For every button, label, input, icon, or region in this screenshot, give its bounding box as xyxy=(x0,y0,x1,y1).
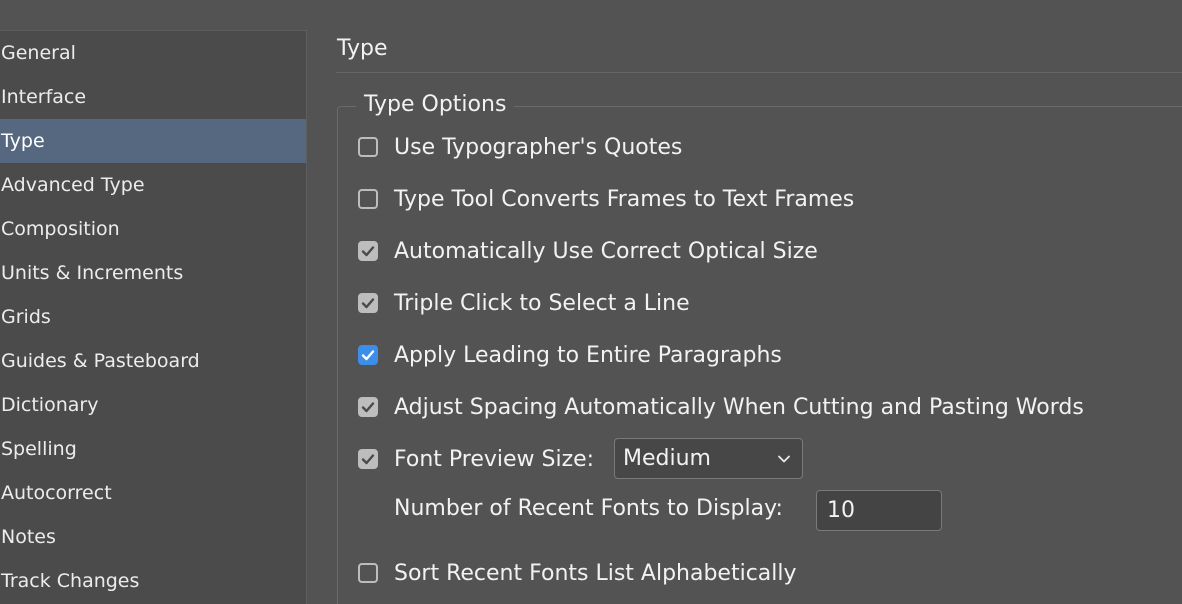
sidebar-item-units-increments[interactable]: Units & Increments xyxy=(0,251,306,295)
option-label: Automatically Use Correct Optical Size xyxy=(394,238,818,264)
option-label: Use Typographer's Quotes xyxy=(394,134,683,160)
checkbox-triple-click-select-line[interactable] xyxy=(358,293,378,313)
option-label: Font Preview Size: xyxy=(394,446,595,472)
option-correct-optical-size[interactable]: Automatically Use Correct Optical Size xyxy=(358,235,818,267)
option-label: Sort Recent Fonts List Alphabetically xyxy=(394,560,797,586)
option-label: Triple Click to Select a Line xyxy=(394,290,690,316)
sidebar-item-label: Notes xyxy=(1,526,56,548)
sidebar-item-grids[interactable]: Grids xyxy=(0,295,306,339)
sidebar-item-dictionary[interactable]: Dictionary xyxy=(0,383,306,427)
checkmark-icon xyxy=(361,298,375,309)
option-apply-leading-entire-paragraphs[interactable]: Apply Leading to Entire Paragraphs xyxy=(358,339,782,371)
checkbox-apply-leading-entire-paragraphs[interactable] xyxy=(358,345,378,365)
checkbox-adjust-spacing-automatically[interactable] xyxy=(358,397,378,417)
option-label: Type Tool Converts Frames to Text Frames xyxy=(394,186,855,212)
group-title: Type Options xyxy=(356,92,515,117)
option-label: Apply Leading to Entire Paragraphs xyxy=(394,342,782,368)
sidebar-item-label: Type xyxy=(1,130,45,152)
preferences-sidebar: General Interface Type Advanced Type Com… xyxy=(0,30,307,604)
checkbox-type-tool-converts-frames[interactable] xyxy=(358,189,378,209)
font-preview-size-dropdown[interactable]: Medium xyxy=(614,438,803,479)
option-label: Adjust Spacing Automatically When Cuttin… xyxy=(394,394,1084,420)
sidebar-item-label: Autocorrect xyxy=(1,482,112,504)
sidebar-item-label: Dictionary xyxy=(1,394,99,416)
checkbox-typographers-quotes[interactable] xyxy=(358,137,378,157)
sidebar-item-spelling[interactable]: Spelling xyxy=(0,427,306,471)
chevron-down-icon xyxy=(778,455,790,463)
sidebar-item-label: Composition xyxy=(1,218,120,240)
recent-fonts-label: Number of Recent Fonts to Display: xyxy=(394,496,783,521)
sidebar-item-notes[interactable]: Notes xyxy=(0,515,306,559)
sidebar-item-interface[interactable]: Interface xyxy=(0,75,306,119)
sidebar-item-label: Units & Increments xyxy=(1,262,184,284)
checkmark-icon xyxy=(361,454,375,465)
option-adjust-spacing-automatically[interactable]: Adjust Spacing Automatically When Cuttin… xyxy=(358,391,1084,423)
checkbox-correct-optical-size[interactable] xyxy=(358,241,378,261)
checkmark-icon xyxy=(361,402,375,413)
sidebar-item-general[interactable]: General xyxy=(0,31,306,75)
recent-fonts-count-input[interactable] xyxy=(816,490,942,531)
option-triple-click-select-line[interactable]: Triple Click to Select a Line xyxy=(358,287,690,319)
sidebar-item-composition[interactable]: Composition xyxy=(0,207,306,251)
sidebar-item-guides-pasteboard[interactable]: Guides & Pasteboard xyxy=(0,339,306,383)
checkbox-sort-recent-fonts[interactable] xyxy=(358,563,378,583)
checkmark-icon xyxy=(361,350,375,361)
checkbox-font-preview-size[interactable] xyxy=(358,449,378,469)
sidebar-item-label: Track Changes xyxy=(1,570,140,592)
checkmark-icon xyxy=(361,246,375,257)
sidebar-item-label: Guides & Pasteboard xyxy=(1,350,200,372)
sidebar-item-label: Advanced Type xyxy=(1,174,145,196)
sidebar-item-type[interactable]: Type xyxy=(0,119,306,163)
sidebar-item-track-changes[interactable]: Track Changes xyxy=(0,559,306,603)
sidebar-item-label: Spelling xyxy=(1,438,77,460)
preferences-window: General Interface Type Advanced Type Com… xyxy=(0,0,1182,604)
option-typographers-quotes[interactable]: Use Typographer's Quotes xyxy=(358,131,682,163)
page-title: Type xyxy=(337,36,388,61)
sidebar-item-label: Interface xyxy=(1,86,87,108)
title-divider xyxy=(336,72,1182,73)
sidebar-item-label: Grids xyxy=(1,306,51,328)
dropdown-value: Medium xyxy=(623,446,711,471)
option-font-preview-size[interactable]: Font Preview Size: xyxy=(358,443,594,475)
sidebar-item-advanced-type[interactable]: Advanced Type xyxy=(0,163,306,207)
sidebar-item-autocorrect[interactable]: Autocorrect xyxy=(0,471,306,515)
sidebar-item-label: General xyxy=(1,42,76,64)
option-type-tool-converts-frames[interactable]: Type Tool Converts Frames to Text Frames xyxy=(358,183,854,215)
option-sort-recent-fonts[interactable]: Sort Recent Fonts List Alphabetically xyxy=(358,557,797,589)
